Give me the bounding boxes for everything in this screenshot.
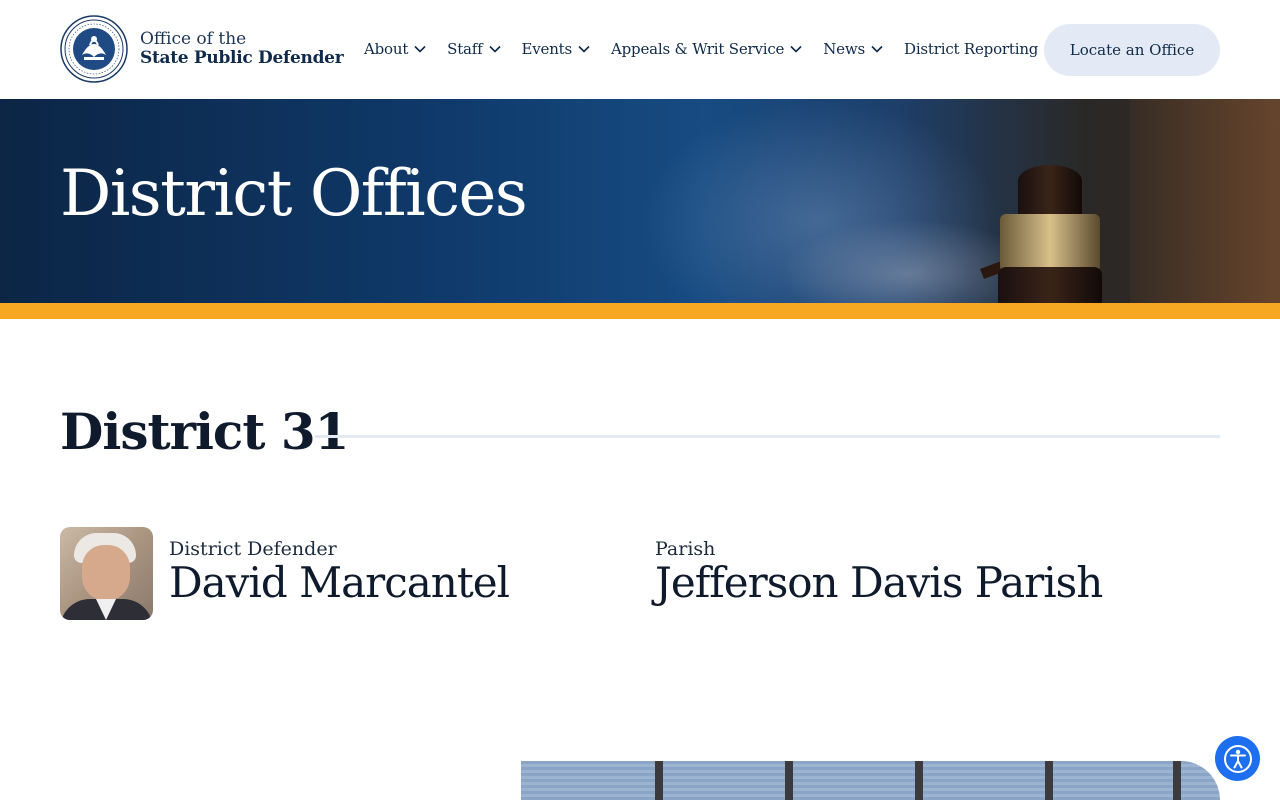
- accessibility-icon: [1223, 744, 1252, 773]
- gavel-image: [980, 165, 1102, 303]
- heading-rule: [315, 435, 1220, 438]
- district-defender-card: District Defender David Marcantel: [60, 527, 510, 620]
- chevron-down-icon: [790, 45, 802, 53]
- accessibility-button[interactable]: [1215, 736, 1260, 781]
- nav-item-news[interactable]: News: [823, 40, 883, 58]
- nav-item-label: Appeals & Writ Service: [611, 40, 785, 58]
- defender-label: District Defender: [169, 538, 337, 560]
- nav-item-about[interactable]: About: [364, 40, 426, 58]
- avatar: [60, 527, 153, 620]
- nav-item-appeals-writ-service[interactable]: Appeals & Writ Service: [611, 40, 802, 58]
- locate-office-button[interactable]: Locate an Office: [1044, 24, 1220, 76]
- office-building-image: [521, 761, 1220, 800]
- logo-line-2: State Public Defender: [140, 48, 344, 68]
- main-nav: About Staff Events Appeals & Writ Servic…: [364, 38, 1038, 60]
- chevron-down-icon: [578, 45, 590, 53]
- logo-text: Office of the State Public Defender: [140, 29, 344, 68]
- nav-item-label: Staff: [447, 40, 483, 58]
- logo-line-1: Office of the: [140, 29, 247, 49]
- parish-name: Jefferson Davis Parish: [655, 558, 1103, 607]
- nav-item-staff[interactable]: Staff: [447, 40, 501, 58]
- parish-label: Parish: [655, 538, 716, 560]
- site-logo[interactable]: Office of the State Public Defender: [60, 15, 344, 83]
- page-title: District Offices: [60, 157, 528, 231]
- nav-item-label: News: [823, 40, 865, 58]
- hero-banner: District Offices: [0, 99, 1280, 303]
- site-header: Office of the State Public Defender Abou…: [0, 0, 1280, 99]
- chevron-down-icon: [488, 45, 501, 53]
- chevron-down-icon: [414, 45, 426, 53]
- parish-info: Parish Jefferson Davis Parish: [655, 538, 1103, 607]
- nav-item-events[interactable]: Events: [522, 40, 591, 58]
- nav-item-label: About: [364, 40, 409, 58]
- state-seal-icon: [60, 15, 128, 83]
- nav-item-label: Events: [521, 40, 573, 58]
- nav-item-label: District Reporting: [904, 40, 1039, 58]
- district-heading: District 31: [60, 402, 349, 461]
- defender-info: District Defender David Marcantel: [169, 538, 510, 607]
- accent-divider: [0, 303, 1280, 319]
- defender-name: David Marcantel: [169, 558, 510, 607]
- chevron-down-icon: [871, 45, 883, 53]
- nav-item-district-reporting[interactable]: District Reporting: [904, 40, 1038, 58]
- hero-background-wood: [1130, 99, 1280, 303]
